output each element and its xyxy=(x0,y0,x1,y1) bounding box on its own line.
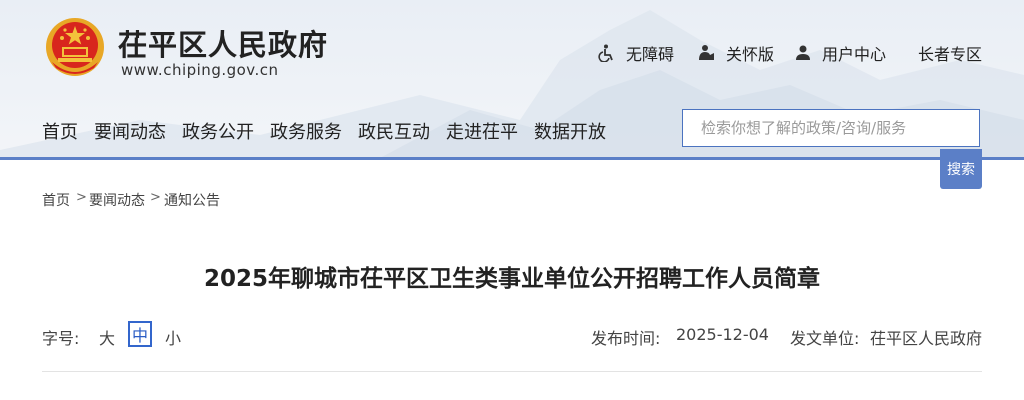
user-center-label: 用户中心 xyxy=(822,45,887,64)
elderly-zone-label: 长者专区 xyxy=(918,45,983,64)
nav-item-home[interactable]: 首页 xyxy=(42,118,78,144)
breadcrumb-notices[interactable]: 通知公告 xyxy=(164,190,220,210)
breadcrumb-separator: > xyxy=(150,190,161,205)
publish-time-label: 发布时间: xyxy=(591,329,661,348)
breadcrumb-separator: > xyxy=(76,190,87,205)
site-url: www.chiping.gov.cn xyxy=(121,61,279,79)
divider xyxy=(42,371,982,372)
care-person-icon xyxy=(699,45,714,60)
nav-item-open-data[interactable]: 数据开放 xyxy=(534,118,606,144)
search-box xyxy=(682,109,980,147)
care-mode-label: 关怀版 xyxy=(726,45,775,64)
user-icon xyxy=(796,45,810,60)
font-size-medium[interactable]: 中 xyxy=(128,321,152,347)
header-accent-line xyxy=(0,157,1024,160)
nav-item-about-chiping[interactable]: 走进茌平 xyxy=(446,118,518,144)
nav-item-gov-affairs-open[interactable]: 政务公开 xyxy=(182,118,254,144)
issuer: 茌平区人民政府 xyxy=(870,329,983,348)
elderly-zone-link[interactable]: 长者专区 xyxy=(918,41,982,65)
site-title[interactable]: 茌平区人民政府 xyxy=(118,22,328,64)
wheelchair-icon xyxy=(598,44,613,62)
search-button[interactable]: 搜索 xyxy=(940,149,982,189)
national-emblem-logo xyxy=(46,18,104,76)
nav-item-gov-services[interactable]: 政务服务 xyxy=(270,118,342,144)
breadcrumb-home[interactable]: 首页 xyxy=(42,190,70,210)
font-size-small[interactable]: 小 xyxy=(165,325,181,349)
font-size-label: 字号: xyxy=(42,329,80,348)
accessibility-label: 无障碍 xyxy=(626,45,675,64)
issuer-label: 发文单位: xyxy=(790,329,860,348)
nav-item-news[interactable]: 要闻动态 xyxy=(94,118,166,144)
font-size-large[interactable]: 大 xyxy=(99,325,115,349)
publish-time: 2025-12-04 xyxy=(676,325,769,344)
search-input[interactable] xyxy=(683,110,979,146)
article-title: 2025年聊城市茌平区卫生类事业单位公开招聘工作人员简章 xyxy=(203,266,820,292)
breadcrumb-news[interactable]: 要闻动态 xyxy=(89,190,145,210)
nav-item-interaction[interactable]: 政民互动 xyxy=(358,118,430,144)
